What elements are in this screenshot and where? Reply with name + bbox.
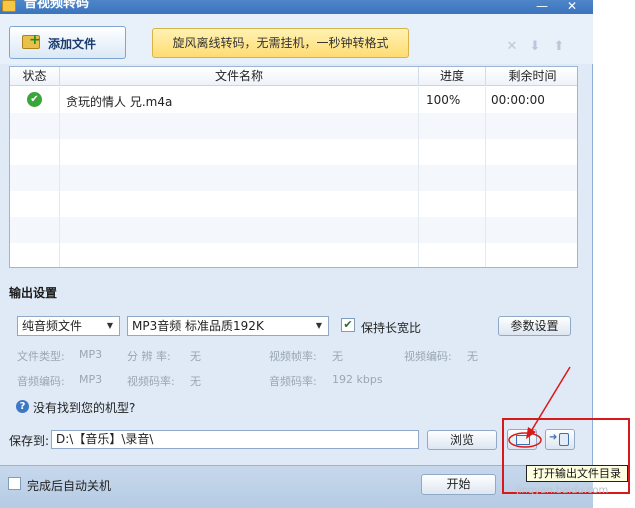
file-type-label: 文件类型: [17,350,65,363]
output-settings-title: 输出设置 [9,286,58,300]
video-bitrate-label: 视频码率: [127,375,175,388]
audio-bitrate-value: 192 kbps [332,373,383,386]
header-remaining[interactable]: 剩余时间 [486,67,577,86]
file-name: 贪玩的情人 兄.m4a [66,95,173,109]
empty-row [10,165,577,191]
video-codec-value: 无 [467,350,478,363]
audio-bitrate-label: 音频码率: [269,375,317,388]
video-bitrate-value: 无 [190,375,201,388]
format-category-value: 纯音频文件 [22,319,83,333]
add-file-button[interactable]: 添加文件 [9,26,126,59]
empty-row [10,217,577,243]
watermark: jingyan.baidu.com [516,485,609,496]
delete-icon[interactable]: ✕ [505,40,519,54]
save-path-input[interactable]: D:\【音乐】\录音\ [51,430,419,449]
window-title: 音视频转码 [24,0,90,11]
chevron-down-icon: ▼ [106,321,114,330]
device-not-found-link[interactable]: 没有找到您的机型? [33,399,135,416]
keep-ratio-label[interactable]: 保持长宽比 [361,319,421,336]
keep-ratio-checkbox[interactable]: ✔ [341,318,355,332]
app-icon [2,0,16,12]
output-settings-panel: 输出设置 纯音频文件 ▼ MP3音频 标准品质192K ▼ ✔ 保持长宽比 参数… [0,280,593,420]
empty-row [10,139,577,165]
save-to-label: 保存到: [9,434,50,448]
empty-row [10,113,577,139]
open-output-folder-tooltip: 打开输出文件目录 [526,465,628,482]
move-up-icon[interactable]: ⬆ [552,40,566,54]
start-button[interactable]: 开始 [421,474,496,495]
table-header: 状态 文件名称 进度 剩余时间 [10,67,577,86]
file-progress: 100% [426,93,461,107]
file-table: 状态 文件名称 进度 剩余时间 ✔ 贪玩的情人 兄.m4a 100% 00:00… [9,66,578,268]
header-filename[interactable]: 文件名称 [60,67,419,86]
file-remaining: 00:00:00 [491,93,545,107]
format-preset-value: MP3音频 标准品质192K [132,319,264,333]
video-fps-value: 无 [332,350,343,363]
resolution-label: 分 辨 率: [127,350,171,363]
success-check-icon: ✔ [27,92,42,107]
header-status[interactable]: 状态 [10,67,60,86]
format-preset-select[interactable]: MP3音频 标准品质192K ▼ [127,316,329,336]
audio-codec-value: MP3 [79,373,103,386]
auto-shutdown-checkbox[interactable] [8,477,21,490]
chevron-down-icon: ▼ [315,321,323,330]
file-type-value: MP3 [79,348,103,361]
add-folder-icon [22,32,41,49]
resolution-value: 无 [190,350,201,363]
move-down-icon[interactable]: ⬇ [528,40,542,54]
offline-transcode-banner[interactable]: 旋风离线转码，无需挂机，一秒钟转格式 [152,28,409,58]
auto-shutdown-label[interactable]: 完成后自动关机 [27,477,111,494]
video-codec-label: 视频编码: [404,350,452,363]
add-file-label: 添加文件 [48,37,97,51]
help-icon[interactable]: ? [16,400,29,413]
video-fps-label: 视频帧率: [269,350,317,363]
close-button[interactable]: ✕ [558,0,586,13]
title-bar[interactable]: 音视频转码 — ✕ [0,0,593,14]
annotation-highlight-box [502,418,630,494]
toolbar: 添加文件 旋风离线转码，无需挂机，一秒钟转格式 ✕ ⬇ ⬆ [0,14,593,64]
params-settings-button[interactable]: 参数设置 [498,316,571,336]
audio-codec-label: 音频编码: [17,375,65,388]
header-progress[interactable]: 进度 [419,67,486,86]
minimize-button[interactable]: — [528,0,556,13]
format-category-select[interactable]: 纯音频文件 ▼ [17,316,120,336]
table-row[interactable]: ✔ 贪玩的情人 兄.m4a 100% 00:00:00 [10,87,577,113]
empty-row [10,243,577,267]
browse-button[interactable]: 浏览 [427,430,497,450]
empty-row [10,191,577,217]
